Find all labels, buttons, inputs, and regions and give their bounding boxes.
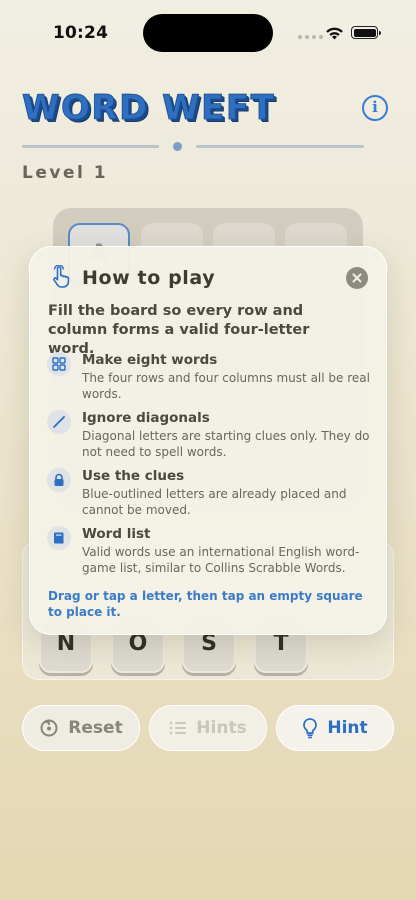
level-progress	[22, 140, 366, 154]
rule-description: Blue-outlined letters are already placed…	[82, 487, 347, 517]
hints-button[interactable]: Hints	[149, 705, 267, 751]
info-button[interactable]: i	[362, 95, 388, 121]
level-label: Level 1	[22, 163, 109, 183]
how-to-play-dialog: How to play Fill the board so every row …	[29, 246, 387, 635]
grid-icon	[47, 352, 71, 376]
rule-title: Make eight words	[82, 352, 218, 368]
book-icon	[47, 526, 71, 550]
rule-title: Use the clues	[82, 468, 185, 484]
status-time: 10:24	[53, 23, 109, 43]
cellular-signal-icon	[298, 35, 323, 39]
reset-button[interactable]: Reset	[22, 705, 140, 751]
dynamic-island	[143, 14, 273, 52]
hint-label: Hint	[327, 718, 368, 738]
dialog-footer-instruction: Drag or tap a letter, then tap an empty …	[48, 589, 363, 619]
wifi-icon	[326, 27, 343, 40]
tap-hand-icon	[53, 265, 70, 288]
battery-icon	[351, 26, 381, 39]
rule-description: Diagonal letters are starting clues only…	[82, 429, 370, 459]
game-title: WORD WEFT	[22, 88, 276, 129]
hint-button[interactable]: Hint	[276, 705, 394, 751]
reset-label: Reset	[68, 718, 123, 738]
progress-dot	[173, 142, 182, 151]
list-icon	[169, 721, 187, 735]
rule-title: Word list	[82, 526, 151, 542]
rule-title: Ignore diagonals	[82, 410, 210, 426]
reset-icon	[40, 719, 58, 737]
dialog-intro: Fill the board so every row and column f…	[48, 303, 310, 357]
dialog-title: How to play	[82, 267, 216, 289]
lock-icon	[47, 468, 71, 492]
lightbulb-icon	[303, 718, 318, 739]
close-button[interactable]	[346, 267, 368, 289]
hints-label: Hints	[196, 718, 247, 738]
rule-description: The four rows and four columns must all …	[82, 371, 370, 401]
diagonal-icon	[47, 410, 71, 434]
status-bar: 10:24	[0, 0, 416, 60]
rule-description: Valid words use an international English…	[82, 545, 360, 575]
